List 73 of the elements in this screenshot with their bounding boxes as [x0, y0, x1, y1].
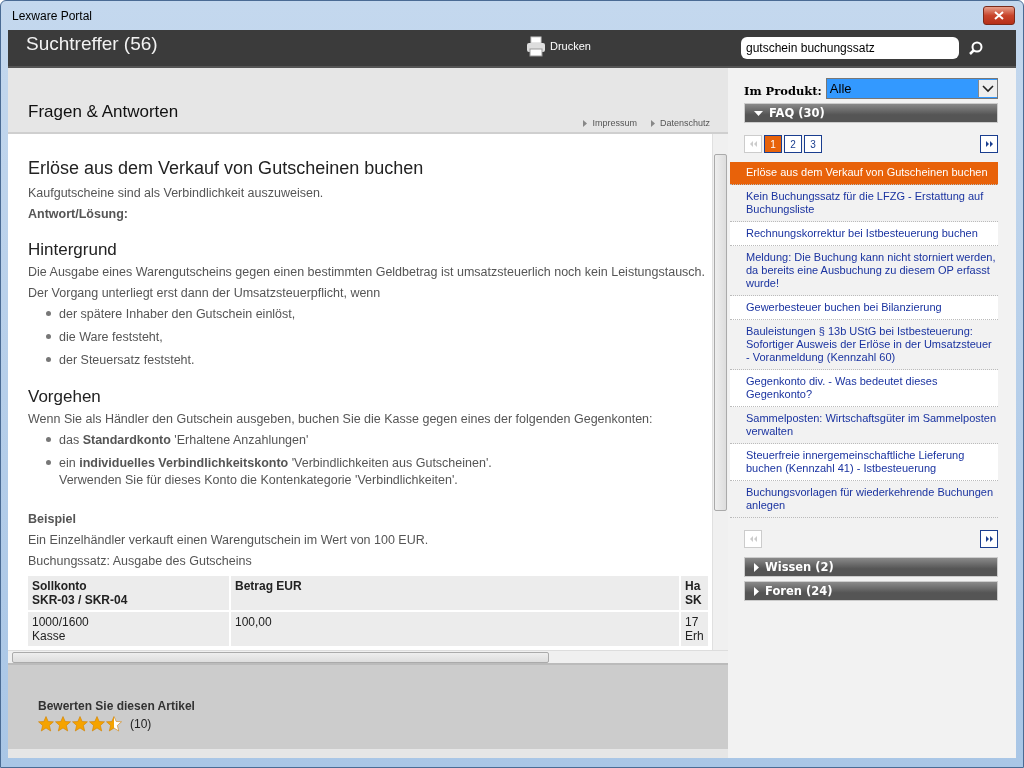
close-button[interactable]: [983, 6, 1015, 25]
result-link[interactable]: Gegenkonto div. - Was bedeutet dieses Gegenkonto?: [730, 370, 998, 407]
accordion-header[interactable]: Wissen (2): [744, 557, 998, 577]
triangle-icon: [754, 562, 759, 572]
print-button[interactable]: Drucken: [526, 35, 728, 57]
footer-link[interactable]: Impressum: [583, 118, 637, 128]
paragraph: Wenn Sie als Händler den Gutschein ausgeben, buchen Sie die Kasse gegen eines der folgenden Gegenkonten:: [28, 411, 654, 427]
accordion-header[interactable]: Foren (24): [744, 581, 998, 601]
star-icon: [106, 716, 122, 732]
star-icon: [89, 716, 105, 732]
bullet-icon: [46, 334, 51, 339]
triangle-icon: [650, 119, 655, 127]
filter-label: Im Produkt:: [744, 83, 822, 98]
triangle-icon: [754, 110, 763, 116]
table-header-cell: Ha SK: [681, 576, 708, 610]
table-cell: 17 Erh: [681, 612, 708, 646]
section-heading: Vorgehen: [28, 387, 102, 407]
page-title: Suchtreffer (56): [26, 33, 159, 55]
triangle-icon: [583, 119, 588, 127]
table-header-cell: Betrag EUR: [231, 576, 679, 610]
double-arrow-icon: [985, 536, 993, 542]
article-title: Erlöse aus dem Verkauf von Gutscheinen buchen: [28, 158, 425, 179]
bullet-icon: [46, 357, 51, 362]
product-dropdown[interactable]: Alle: [825, 78, 998, 99]
accordion-header[interactable]: FAQ (30): [744, 103, 998, 123]
search-icon: [969, 41, 983, 55]
page-button[interactable]: 2: [784, 135, 802, 153]
label-text: Beispiel: [28, 511, 77, 527]
double-arrow-icon: [985, 141, 993, 147]
list-item-note: Verwenden Sie für dieses Konto die Kontenkategorie 'Verbindlichkeiten'.: [59, 472, 459, 489]
list-item-text: der spätere Inhaber den Gutschein einlöst,: [59, 306, 296, 323]
paragraph: Die Ausgabe eines Warengutscheins gegen einen bestimmten Geldbetrag ist umsatzsteuerlich noch kein Leistungstausch.: [28, 264, 706, 280]
star-icon: [72, 716, 88, 732]
search-field[interactable]: gutschein buchungssatz: [741, 37, 959, 59]
rating-label: Bewerten Sie diesen Artikel: [38, 699, 196, 713]
paragraph: Buchungssatz: Ausgabe des Gutscheins: [28, 553, 253, 569]
window-title: Lexware Portal: [12, 8, 93, 23]
next-page-button[interactable]: [980, 135, 998, 153]
list-item-text: die Ware feststeht,: [59, 329, 163, 346]
star-rating[interactable]: [38, 716, 122, 732]
bullet-icon: [46, 460, 51, 465]
paragraph: Ein Einzelhändler verkauft einen Warengutschein im Wert von 100 EUR.: [28, 532, 430, 548]
vertical-scrollbar[interactable]: [712, 134, 728, 650]
table-cell: 100,00: [231, 612, 679, 646]
list-item-text: ein individuelles Verbindlichkeitskonto 'Verbindlichkeiten aus Gutscheinen'.: [59, 456, 492, 470]
rating-count: (10): [130, 717, 152, 731]
bullet-icon: [46, 311, 51, 316]
double-arrow-icon: [749, 536, 757, 542]
horizontal-scrollbar[interactable]: [8, 650, 728, 663]
list-item-text: der Steuersatz feststeht.: [59, 352, 195, 369]
result-link[interactable]: Buchungsvorlagen für wiederkehrende Buchungen anlegen: [730, 481, 998, 518]
caret-icon: [982, 84, 994, 93]
star-icon: [55, 716, 71, 732]
triangle-icon: [754, 586, 759, 596]
bullet-icon: [46, 437, 51, 442]
paragraph: Der Vorgang unterliegt erst dann der Umsatzsteuerpflicht, wenn: [28, 285, 382, 301]
table-cell: 1000/1600 Kasse: [28, 612, 229, 646]
printer-icon: [526, 35, 546, 57]
star-icon: [38, 716, 54, 732]
list-item-text: das Standardkonto 'Erhaltene Anzahlungen': [59, 432, 309, 449]
section-title: Fragen & Antworten: [28, 102, 179, 122]
page-button[interactable]: 3: [804, 135, 822, 153]
result-link[interactable]: Steuerfreie innergemeinschaftliche Lieferung buchen (Kennzahl 41) - Istbesteuerung: [730, 444, 998, 481]
next-page-button[interactable]: [980, 530, 998, 548]
label-text: Antwort/Lösung:: [28, 206, 129, 222]
close-icon: [994, 11, 1004, 20]
result-link[interactable]: Rechnungskorrektur bei Istbesteuerung buchen: [730, 222, 998, 246]
table-header-cell: Sollkonto SKR-03 / SKR-04: [28, 576, 229, 610]
result-link[interactable]: Gewerbesteuer buchen bei Bilanzierung: [730, 296, 998, 320]
paragraph: Kaufgutscheine sind als Verbindlichkeit auszuweisen.: [28, 185, 325, 201]
section-heading: Hintergrund: [28, 240, 118, 260]
double-arrow-icon: [749, 141, 757, 147]
footer-link[interactable]: Datenschutz: [650, 118, 710, 128]
